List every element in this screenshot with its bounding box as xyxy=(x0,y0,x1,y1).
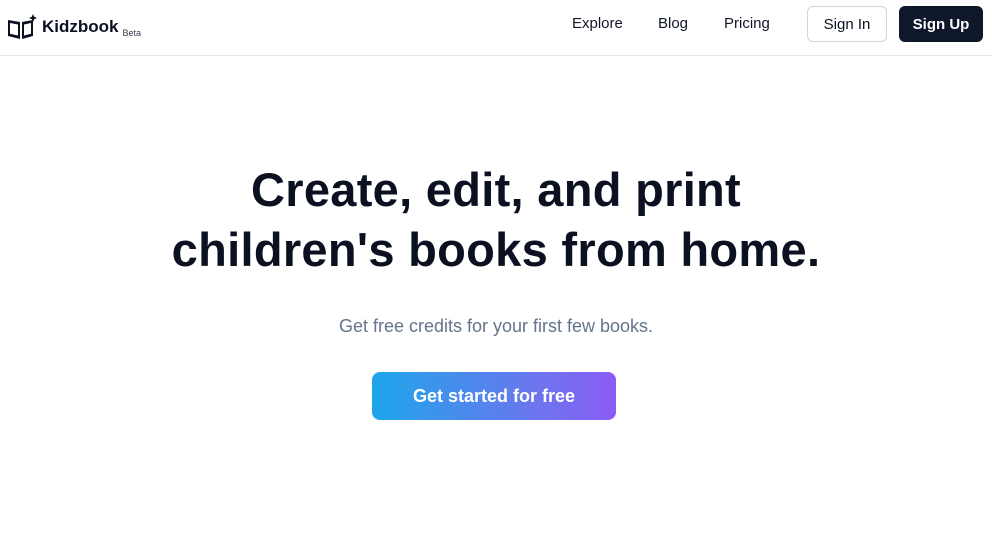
beta-badge: Beta xyxy=(122,28,142,38)
nav-link-explore[interactable]: Explore xyxy=(572,15,623,33)
get-started-button[interactable]: Get started for free xyxy=(372,372,616,420)
brand-name: Kidzbook xyxy=(42,17,119,36)
top-navbar: Kidzbook Beta Explore Blog Pricing Sign … xyxy=(0,0,992,56)
nav-link-pricing[interactable]: Pricing xyxy=(724,15,770,33)
hero-title: Create, edit, and print children's books… xyxy=(0,160,992,280)
sign-in-button[interactable]: Sign In xyxy=(807,6,887,42)
sign-up-button[interactable]: Sign Up xyxy=(899,6,983,42)
open-book-sparkle-icon xyxy=(8,14,37,39)
brand-logo[interactable]: Kidzbook Beta xyxy=(7,6,141,40)
hero-subtitle: Get free credits for your first few book… xyxy=(338,316,654,336)
hero-title-line-1: Create, edit, and print xyxy=(250,163,742,216)
nav-link-blog[interactable]: Blog xyxy=(658,15,688,33)
hero-title-line-2: children's books from home. xyxy=(171,223,821,276)
